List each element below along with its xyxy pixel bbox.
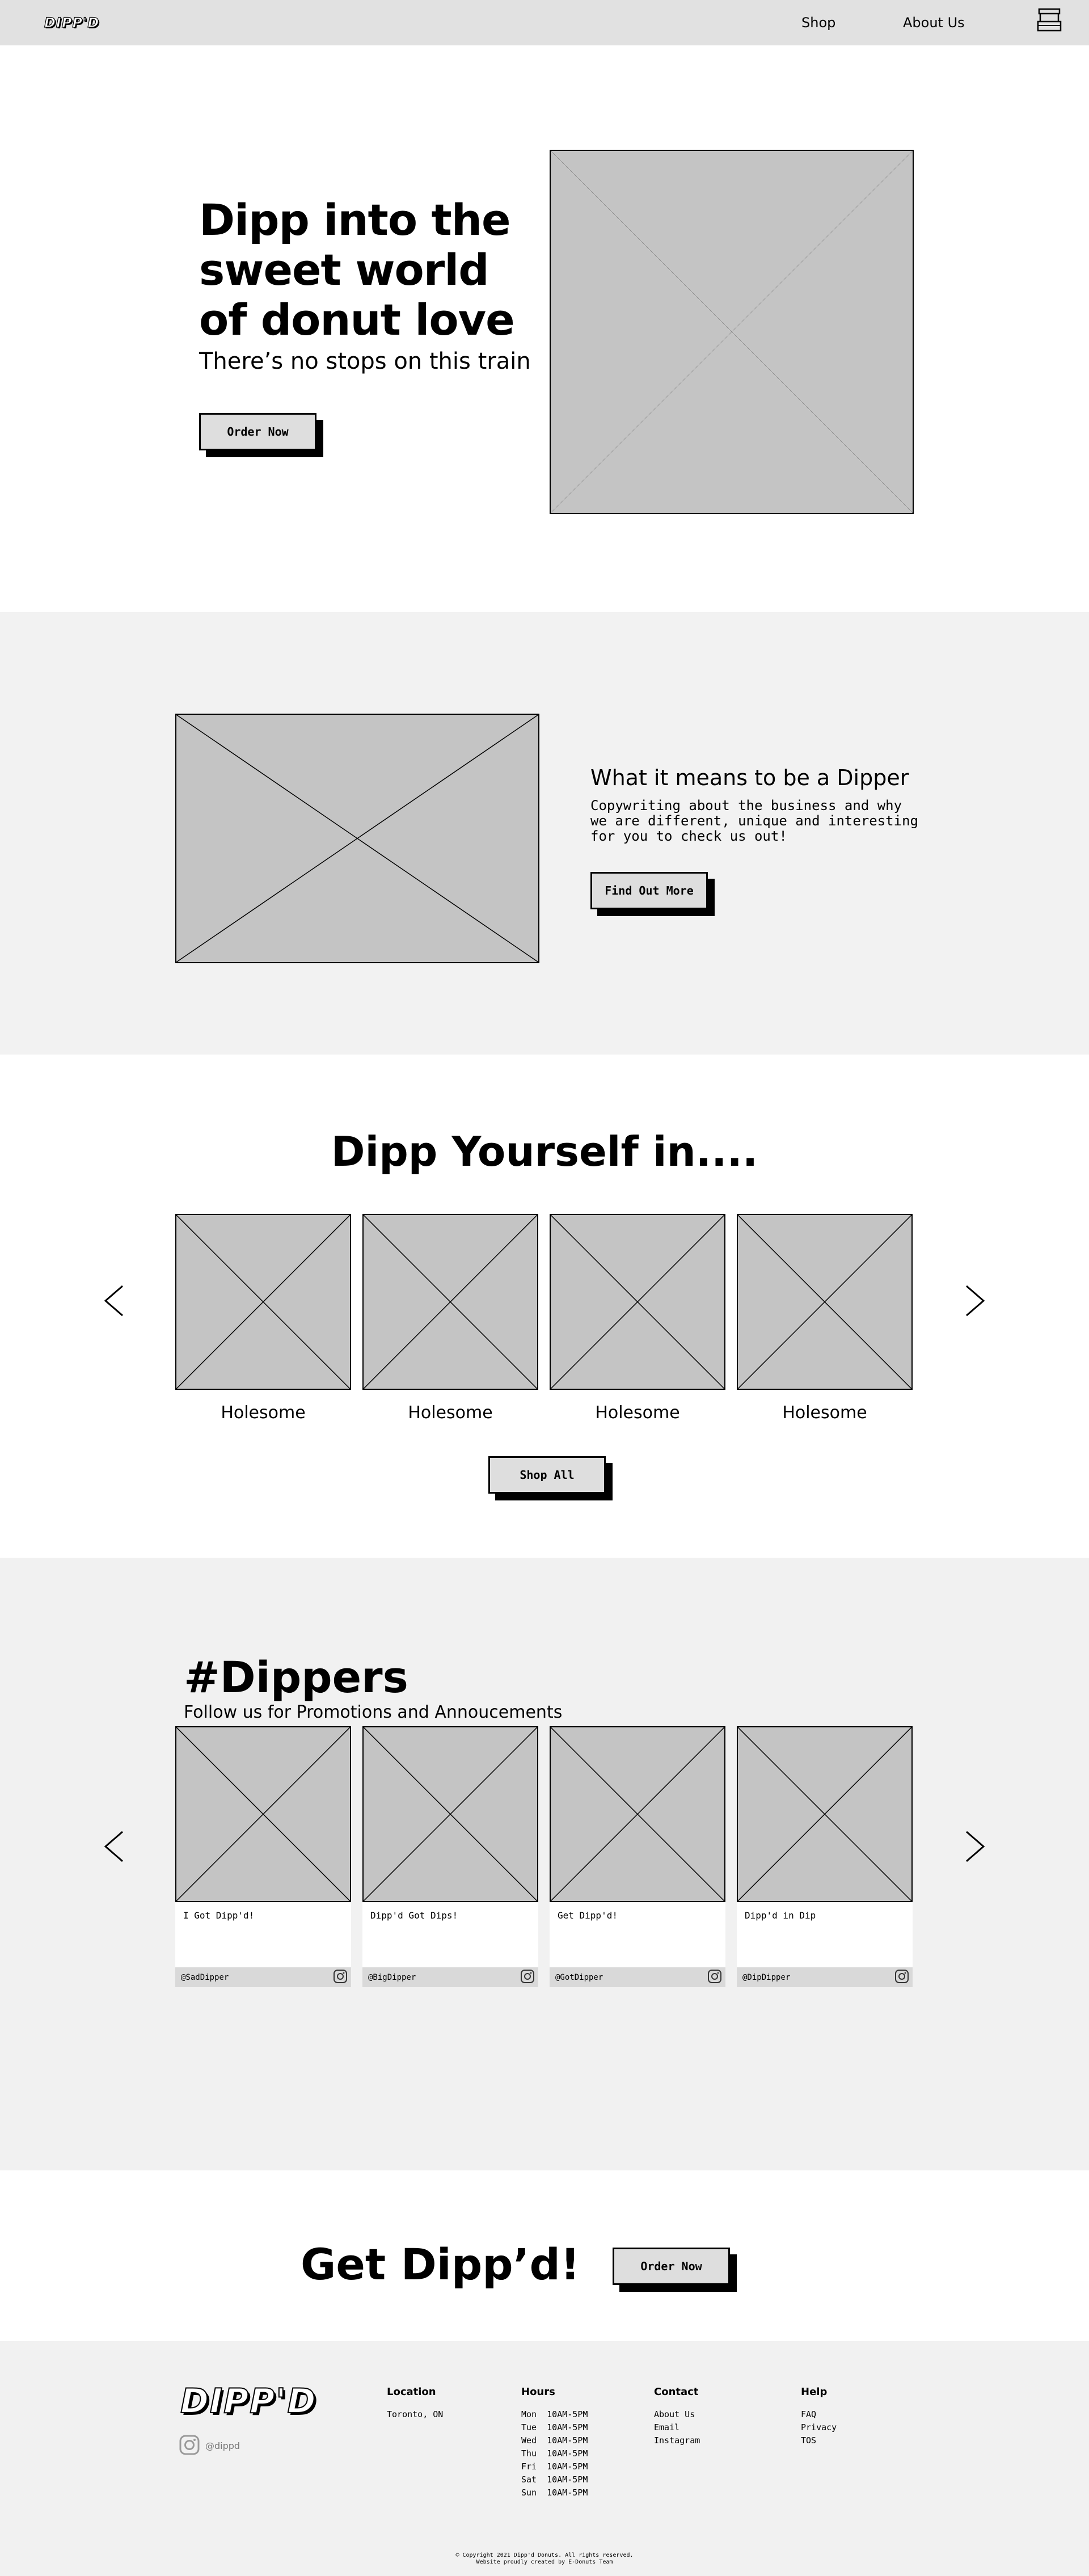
hours-day: Sun	[521, 2488, 537, 2498]
post-footer: @BigDipper	[362, 1967, 538, 1987]
post-handle[interactable]: @SadDipper	[181, 1973, 229, 1982]
footer-hours-table: Mon 10AM-5PM Tue 10AM-5PM Wed 10AM-5PM T…	[521, 2408, 588, 2499]
post-image-placeholder	[550, 1726, 725, 1902]
hours-day: Thu	[521, 2448, 537, 2459]
instagram-icon[interactable]	[333, 1969, 348, 1986]
product-label[interactable]: Holesome	[550, 1403, 725, 1423]
social-post-card[interactable]: I Got Dipp'd! @SadDipper	[175, 1726, 351, 1987]
cta-heading: Get Dipp’d!	[301, 2239, 580, 2290]
hours-time: 10AM-5PM	[547, 2461, 588, 2472]
chevron-right-icon[interactable]	[963, 1831, 986, 1862]
social-heading: #Dippers	[184, 1652, 408, 1702]
hours-time: 10AM-5PM	[547, 2422, 588, 2432]
social-post-card[interactable]: Get Dipp'd! @GotDipper	[550, 1726, 725, 1987]
post-caption: Get Dipp'd!	[550, 1902, 725, 1967]
footer-help-heading: Help	[801, 2386, 828, 2398]
hero-title-line: of donut love	[199, 294, 515, 345]
nav-shop-link[interactable]: Shop	[801, 15, 835, 31]
about-heading: What it means to be a Dipper	[590, 765, 909, 790]
footer-help-list: FAQ Privacy TOS	[801, 2408, 837, 2447]
hero-title: Dipp into the sweet world of donut love	[199, 195, 515, 345]
post-caption: Dipp'd Got Dips!	[362, 1902, 538, 1967]
products-heading: Dipp Yourself in....	[331, 1128, 758, 1175]
footer-location-text: Toronto, ON	[387, 2409, 444, 2419]
instagram-icon[interactable]	[179, 2435, 200, 2455]
product-label[interactable]: Holesome	[362, 1403, 538, 1423]
chevron-left-icon[interactable]	[103, 1285, 126, 1317]
product-image-placeholder[interactable]	[362, 1214, 538, 1390]
about-section	[0, 612, 1089, 1055]
post-footer: @SadDipper	[175, 1967, 351, 1987]
instagram-icon[interactable]	[520, 1969, 535, 1986]
find-out-more-button[interactable]: Find Out More	[590, 872, 708, 909]
hero-order-button[interactable]: Order Now	[199, 413, 316, 450]
footer-link-privacy[interactable]: Privacy	[801, 2421, 837, 2434]
nav-about-link[interactable]: About Us	[903, 15, 965, 31]
credit-text: Website proudly created by E-Donuts Team	[476, 2559, 613, 2565]
social-subheading: Follow us for Promotions and Annoucement…	[184, 1702, 563, 1722]
product-image-placeholder[interactable]	[550, 1214, 725, 1390]
footer-link-email[interactable]: Email	[654, 2421, 700, 2434]
hours-time: 10AM-5PM	[547, 2435, 588, 2446]
chevron-right-icon[interactable]	[963, 1285, 986, 1317]
copyright-text: © Copyright 2021 Dipp'd Donuts. All righ…	[455, 2552, 634, 2558]
product-image-placeholder[interactable]	[175, 1214, 351, 1390]
footer-copyright: © Copyright 2021 Dipp'd Donuts. All righ…	[0, 2552, 1089, 2566]
hero-image-placeholder	[550, 150, 914, 514]
footer-contact-list: About Us Email Instagram	[654, 2408, 700, 2447]
hours-day: Mon	[521, 2409, 537, 2419]
site-logo[interactable]: DIPP'D	[44, 14, 99, 31]
post-image-placeholder	[362, 1726, 538, 1902]
social-post-card[interactable]: Dipp'd Got Dips! @BigDipper	[362, 1726, 538, 1987]
product-image-placeholder[interactable]	[737, 1214, 913, 1390]
hours-time: 10AM-5PM	[547, 2409, 588, 2419]
footer-location-heading: Location	[387, 2386, 436, 2398]
footer-link-faq[interactable]: FAQ	[801, 2408, 837, 2421]
post-handle[interactable]: @BigDipper	[368, 1973, 416, 1982]
product-label[interactable]: Holesome	[737, 1403, 913, 1423]
hours-time: 10AM-5PM	[547, 2488, 588, 2498]
shop-all-button[interactable]: Shop All	[488, 1456, 606, 1494]
hours-day: Sat	[521, 2474, 537, 2485]
footer-link-tos[interactable]: TOS	[801, 2434, 837, 2447]
hours-day: Tue	[521, 2422, 537, 2432]
chevron-left-icon[interactable]	[103, 1831, 126, 1862]
hours-day: Wed	[521, 2435, 537, 2446]
footer-logo[interactable]: DIPP'D	[180, 2381, 316, 2422]
post-caption: I Got Dipp'd!	[175, 1902, 351, 1967]
post-image-placeholder	[737, 1726, 913, 1902]
post-footer: @DipDipper	[737, 1967, 913, 1987]
footer-contact-heading: Contact	[654, 2386, 699, 2398]
about-image-placeholder	[175, 714, 539, 963]
product-label[interactable]: Holesome	[175, 1403, 351, 1423]
post-caption: Dipp'd in Dip	[737, 1902, 913, 1967]
hours-day: Fri	[521, 2461, 537, 2472]
instagram-icon[interactable]	[894, 1969, 909, 1986]
hero-title-line: sweet world	[199, 244, 489, 295]
hours-time: 10AM-5PM	[547, 2448, 588, 2459]
about-body: Copywriting about the business and why w…	[590, 798, 918, 844]
post-handle[interactable]: @GotDipper	[555, 1973, 603, 1982]
footer-hours-heading: Hours	[521, 2386, 555, 2398]
footer-instagram-handle[interactable]: @dippd	[205, 2440, 240, 2451]
social-section	[0, 1558, 1089, 2170]
cart-icon[interactable]	[1037, 8, 1062, 33]
hours-time: 10AM-5PM	[547, 2474, 588, 2485]
social-post-card[interactable]: Dipp'd in Dip @DipDipper	[737, 1726, 913, 1987]
post-handle[interactable]: @DipDipper	[742, 1973, 790, 1982]
cta-order-button[interactable]: Order Now	[613, 2248, 730, 2285]
post-image-placeholder	[175, 1726, 351, 1902]
footer-link-instagram[interactable]: Instagram	[654, 2434, 700, 2447]
hero-title-line: Dipp into the	[199, 195, 511, 245]
post-footer: @GotDipper	[550, 1967, 725, 1987]
hero-subtitle: There’s no stops on this train	[199, 348, 531, 374]
instagram-icon[interactable]	[707, 1969, 722, 1986]
footer-link-about[interactable]: About Us	[654, 2408, 700, 2421]
